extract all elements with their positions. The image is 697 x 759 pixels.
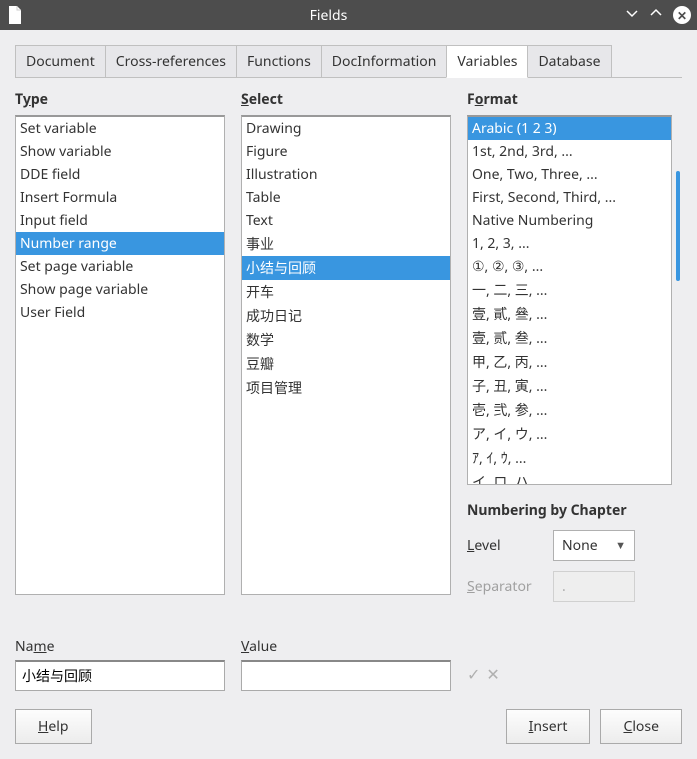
list-item[interactable]: イ, ロ, ハ, ... xyxy=(468,470,671,485)
button-bar: Help Insert Close xyxy=(15,709,682,744)
list-item[interactable]: Text xyxy=(242,209,450,232)
list-item[interactable]: 成功日记 xyxy=(242,304,450,328)
list-item[interactable]: 壱, 弐, 参, ... xyxy=(468,398,671,422)
list-item[interactable]: One, Two, Three, ... xyxy=(468,163,671,186)
list-item[interactable]: Show page variable xyxy=(16,278,224,301)
list-item[interactable]: Set variable xyxy=(16,117,224,140)
list-item[interactable]: Insert Formula xyxy=(16,186,224,209)
list-item[interactable]: Show variable xyxy=(16,140,224,163)
numbering-section: Numbering by Chapter Level None ▼ Separa… xyxy=(467,501,682,612)
level-label: Level xyxy=(467,536,553,555)
list-item[interactable]: 数学 xyxy=(242,328,450,352)
value-label: Value xyxy=(241,637,451,656)
list-item[interactable]: Illustration xyxy=(242,163,450,186)
level-select[interactable]: None ▼ xyxy=(553,530,635,561)
x-icon: ✕ xyxy=(486,663,499,685)
type-listbox[interactable]: Set variableShow variableDDE fieldInsert… xyxy=(15,115,225,595)
list-item[interactable]: Drawing xyxy=(242,117,450,140)
value-field-col: Value xyxy=(241,637,451,691)
tab-strip: DocumentCross-referencesFunctionsDocInfo… xyxy=(15,45,682,78)
tab-cross-references[interactable]: Cross-references xyxy=(105,45,237,77)
list-item[interactable]: 1, 2, 3, ... xyxy=(468,232,671,255)
window-title: Fields xyxy=(32,6,625,25)
list-item[interactable]: 小结与回顾 xyxy=(242,256,450,280)
list-item[interactable]: ア, イ, ウ, ... xyxy=(468,422,671,446)
check-icon: ✓ xyxy=(467,663,480,685)
minimize-icon[interactable] xyxy=(625,6,639,24)
list-item[interactable]: Figure xyxy=(242,140,450,163)
dialog-body: DocumentCross-referencesFunctionsDocInfo… xyxy=(0,30,697,759)
list-item[interactable]: ｱ, ｲ, ｳ, ... xyxy=(468,446,671,470)
header-type: Type xyxy=(15,90,225,109)
separator-input: . xyxy=(553,571,635,602)
numbering-title: Numbering by Chapter xyxy=(467,501,682,520)
list-item[interactable]: Table xyxy=(242,186,450,209)
list-item[interactable]: Native Numbering xyxy=(468,209,671,232)
list-item[interactable]: Input field xyxy=(16,209,224,232)
help-button[interactable]: Help xyxy=(15,709,92,744)
window-controls: ✕ xyxy=(625,6,691,24)
list-item[interactable]: 豆瓣 xyxy=(242,352,450,376)
maximize-icon[interactable] xyxy=(649,6,663,24)
close-icon[interactable]: ✕ xyxy=(673,6,691,24)
list-item[interactable]: 事业 xyxy=(242,232,450,256)
separator-row: Separator . xyxy=(467,571,682,602)
chevron-down-icon: ▼ xyxy=(615,538,626,553)
column-select: Select DrawingFigureIllustrationTableTex… xyxy=(241,90,451,625)
header-format: Format xyxy=(467,90,682,109)
apply-cancel-icons: ✓ ✕ xyxy=(467,663,500,691)
list-item[interactable]: 壹, 貳, 叄, ... xyxy=(468,302,671,326)
select-listbox[interactable]: DrawingFigureIllustrationTableText事业小结与回… xyxy=(241,115,451,595)
list-item[interactable]: Set page variable xyxy=(16,255,224,278)
list-item[interactable]: ①, ②, ③, ... xyxy=(468,255,671,278)
list-item[interactable]: 一, 二, 三, ... xyxy=(468,278,671,302)
column-format: Format Arabic (1 2 3)1st, 2nd, 3rd, ...O… xyxy=(467,90,682,625)
list-item[interactable]: Arabic (1 2 3) xyxy=(468,117,671,140)
level-row: Level None ▼ xyxy=(467,530,682,561)
list-item[interactable]: User Field xyxy=(16,301,224,324)
value-input[interactable] xyxy=(241,660,451,691)
list-item[interactable]: 子, 丑, 寅, ... xyxy=(468,374,671,398)
scrollbar-indicator[interactable] xyxy=(676,171,682,485)
header-select: Select xyxy=(241,90,451,109)
tab-functions[interactable]: Functions xyxy=(236,45,322,77)
list-item[interactable]: 1st, 2nd, 3rd, ... xyxy=(468,140,671,163)
list-item[interactable]: 开车 xyxy=(242,280,450,304)
tab-database[interactable]: Database xyxy=(527,45,611,77)
list-item[interactable]: DDE field xyxy=(16,163,224,186)
list-item[interactable]: 甲, 乙, 丙, ... xyxy=(468,350,671,374)
column-type: Type Set variableShow variableDDE fieldI… xyxy=(15,90,225,625)
tab-variables[interactable]: Variables xyxy=(446,45,528,78)
separator-label: Separator xyxy=(467,577,553,596)
format-listbox[interactable]: Arabic (1 2 3)1st, 2nd, 3rd, ...One, Two… xyxy=(467,115,672,485)
list-item[interactable]: Number range xyxy=(16,232,224,255)
titlebar: Fields ✕ xyxy=(0,0,697,30)
close-button[interactable]: Close xyxy=(600,709,682,744)
list-item[interactable]: 项目管理 xyxy=(242,376,450,400)
insert-button[interactable]: Insert xyxy=(506,709,591,744)
name-input[interactable] xyxy=(15,660,225,691)
columns: Type Set variableShow variableDDE fieldI… xyxy=(15,90,682,625)
name-field-col: Name xyxy=(15,637,225,691)
document-icon xyxy=(6,5,24,25)
list-item[interactable]: 壹, 贰, 叁, ... xyxy=(468,326,671,350)
bottom-fields: Name Value ✓ ✕ xyxy=(15,637,682,691)
tab-document[interactable]: Document xyxy=(15,45,106,77)
list-item[interactable]: First, Second, Third, ... xyxy=(468,186,671,209)
tab-docinformation[interactable]: DocInformation xyxy=(321,45,448,77)
name-label: Name xyxy=(15,637,225,656)
